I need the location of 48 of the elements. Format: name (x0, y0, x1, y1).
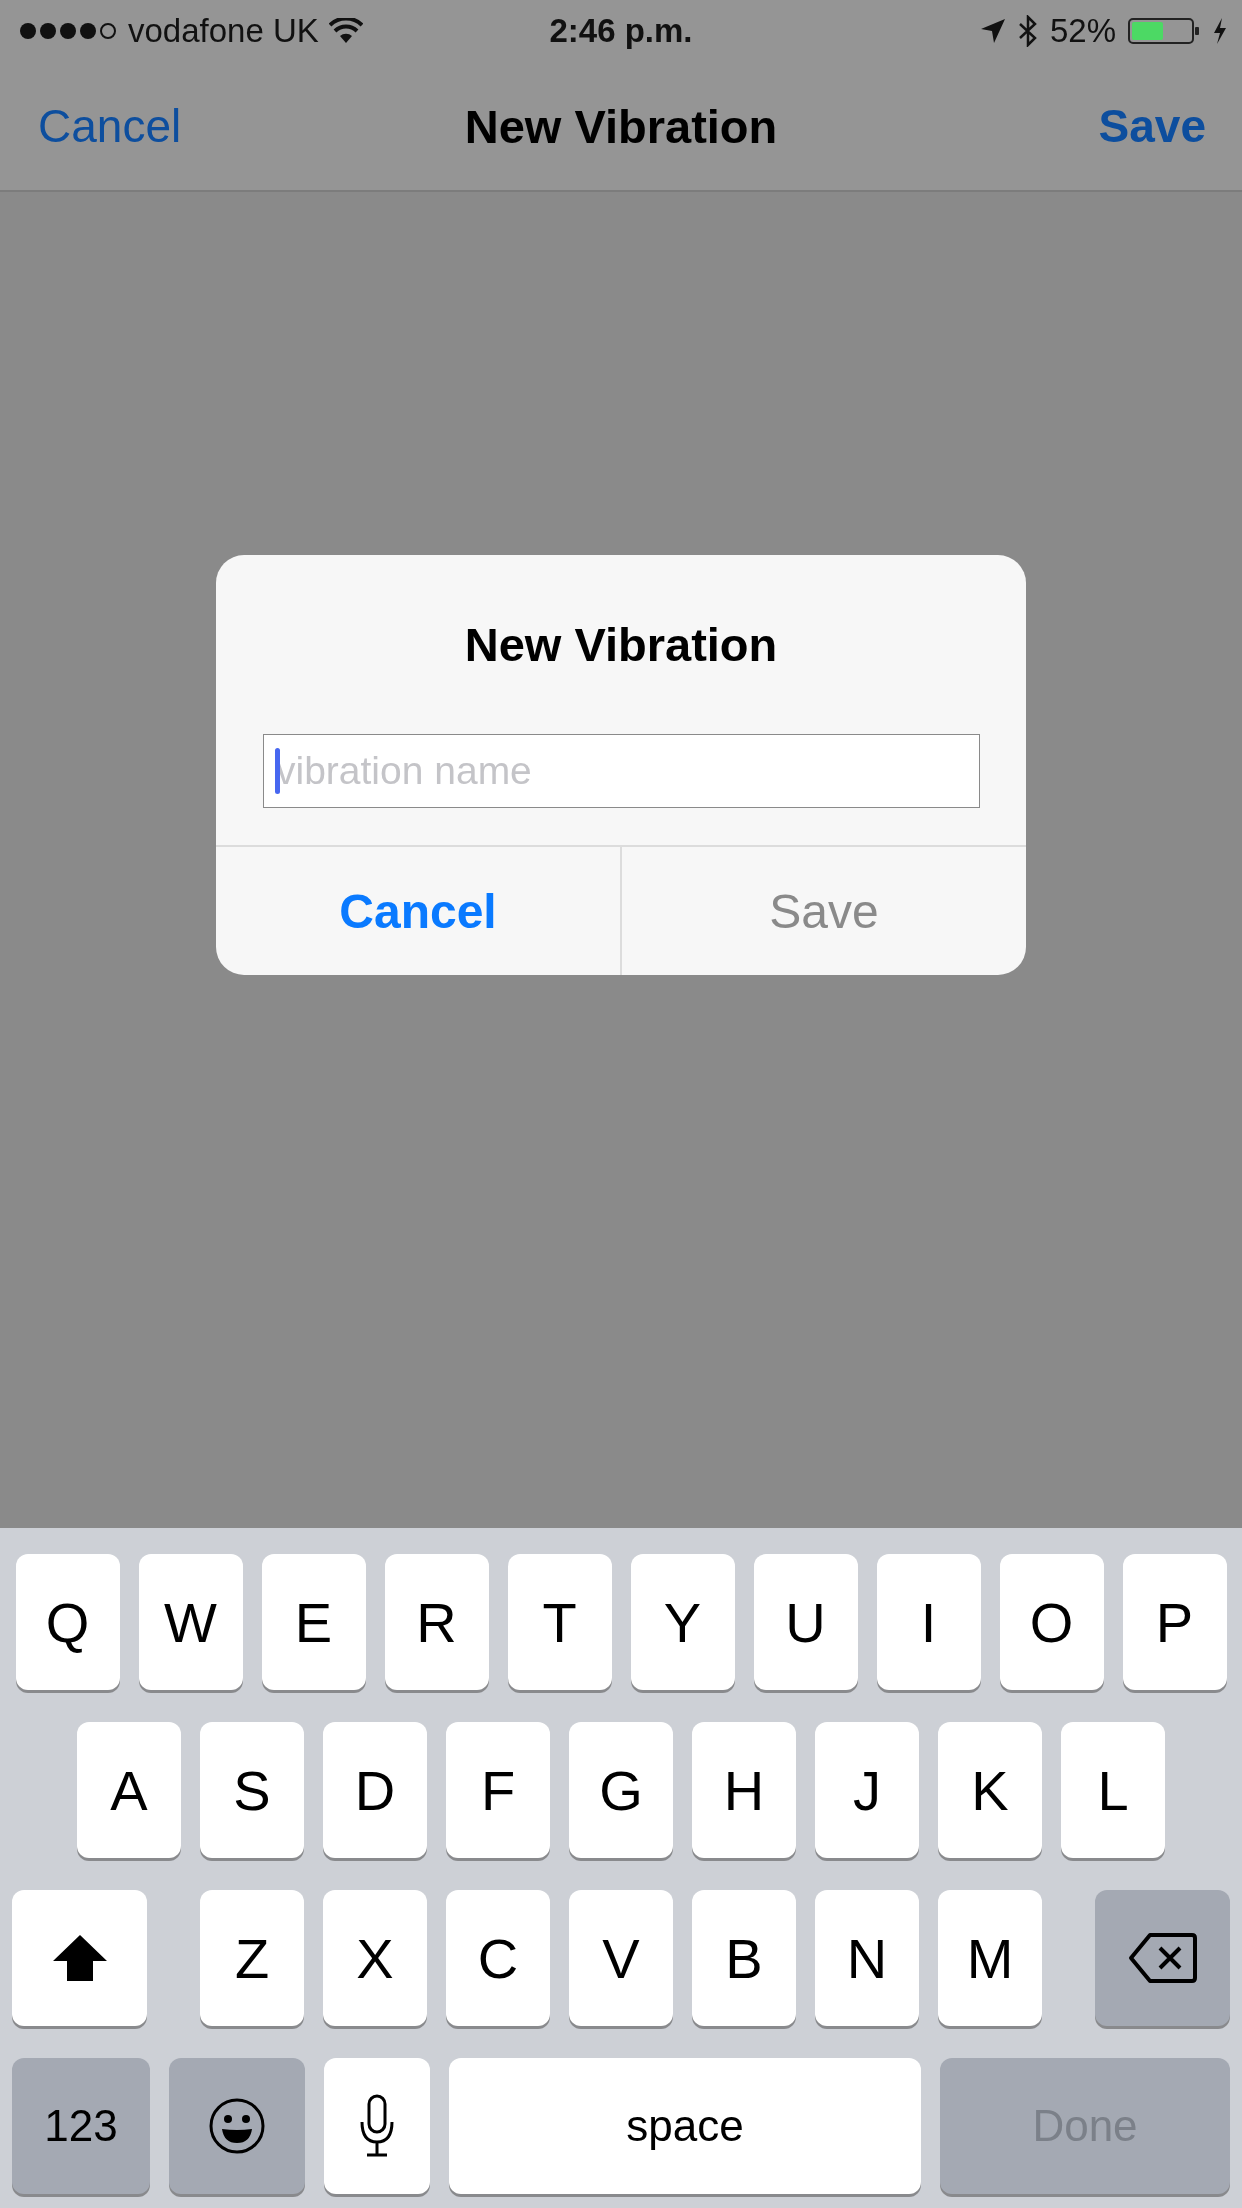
letter-key[interactable]: W (138, 1554, 243, 1690)
microphone-icon (359, 2094, 395, 2158)
battery-percent: 52% (1049, 12, 1116, 50)
letter-key[interactable]: Y (630, 1554, 735, 1690)
letter-key[interactable]: F (446, 1722, 550, 1858)
letter-key[interactable]: I (876, 1554, 981, 1690)
letter-key[interactable]: J (815, 1722, 919, 1858)
letter-key[interactable]: P (1122, 1554, 1227, 1690)
letter-key[interactable]: D (323, 1722, 427, 1858)
letter-key[interactable]: A (77, 1722, 181, 1858)
space-key[interactable]: space (449, 2058, 921, 2194)
dialog-title: New Vibration (463, 617, 779, 665)
delete-key[interactable] (1095, 1890, 1230, 2026)
emoji-key[interactable] (169, 2058, 305, 2194)
dialog-button[interactable]: Cancel (216, 847, 620, 975)
bluetooth-icon (1017, 15, 1038, 47)
numbers-key[interactable]: 123 (12, 2058, 150, 2194)
nav-title: New Vibration (464, 98, 778, 154)
carrier-name: vodafone UK (128, 12, 319, 50)
letter-key[interactable]: S (200, 1722, 304, 1858)
letter-key[interactable]: Z (200, 1890, 304, 2026)
letter-key[interactable]: R (384, 1554, 489, 1690)
letter-key[interactable]: C (446, 1890, 550, 2026)
letter-key[interactable]: U (753, 1554, 858, 1690)
smiley-icon (208, 2097, 266, 2155)
letter-key[interactable]: X (323, 1890, 427, 2026)
backspace-icon (1127, 1932, 1198, 1984)
signal-icon (18, 20, 118, 42)
location-arrow-icon (979, 18, 1006, 44)
letter-key[interactable]: G (569, 1722, 673, 1858)
name-input-field[interactable]: vibration name (263, 734, 980, 808)
letter-key[interactable]: V (569, 1890, 673, 2026)
letter-key[interactable]: O (999, 1554, 1104, 1690)
wifi-icon (328, 18, 363, 44)
letter-key[interactable]: T (507, 1554, 612, 1690)
dictation-key[interactable] (324, 2058, 430, 2194)
letter-key[interactable]: M (938, 1890, 1042, 2026)
letter-key[interactable]: Q (15, 1554, 120, 1690)
letter-key[interactable]: L (1061, 1722, 1165, 1858)
status-time: 2:46 p.m. (549, 12, 693, 50)
letter-key[interactable]: B (692, 1890, 796, 2026)
battery-icon (1128, 17, 1200, 45)
shift-key[interactable] (12, 1890, 147, 2026)
letter-key[interactable]: E (261, 1554, 366, 1690)
letter-key[interactable]: N (815, 1890, 919, 2026)
charging-bolt-icon (1212, 17, 1228, 45)
letter-key[interactable]: K (938, 1722, 1042, 1858)
letter-key[interactable]: H (692, 1722, 796, 1858)
